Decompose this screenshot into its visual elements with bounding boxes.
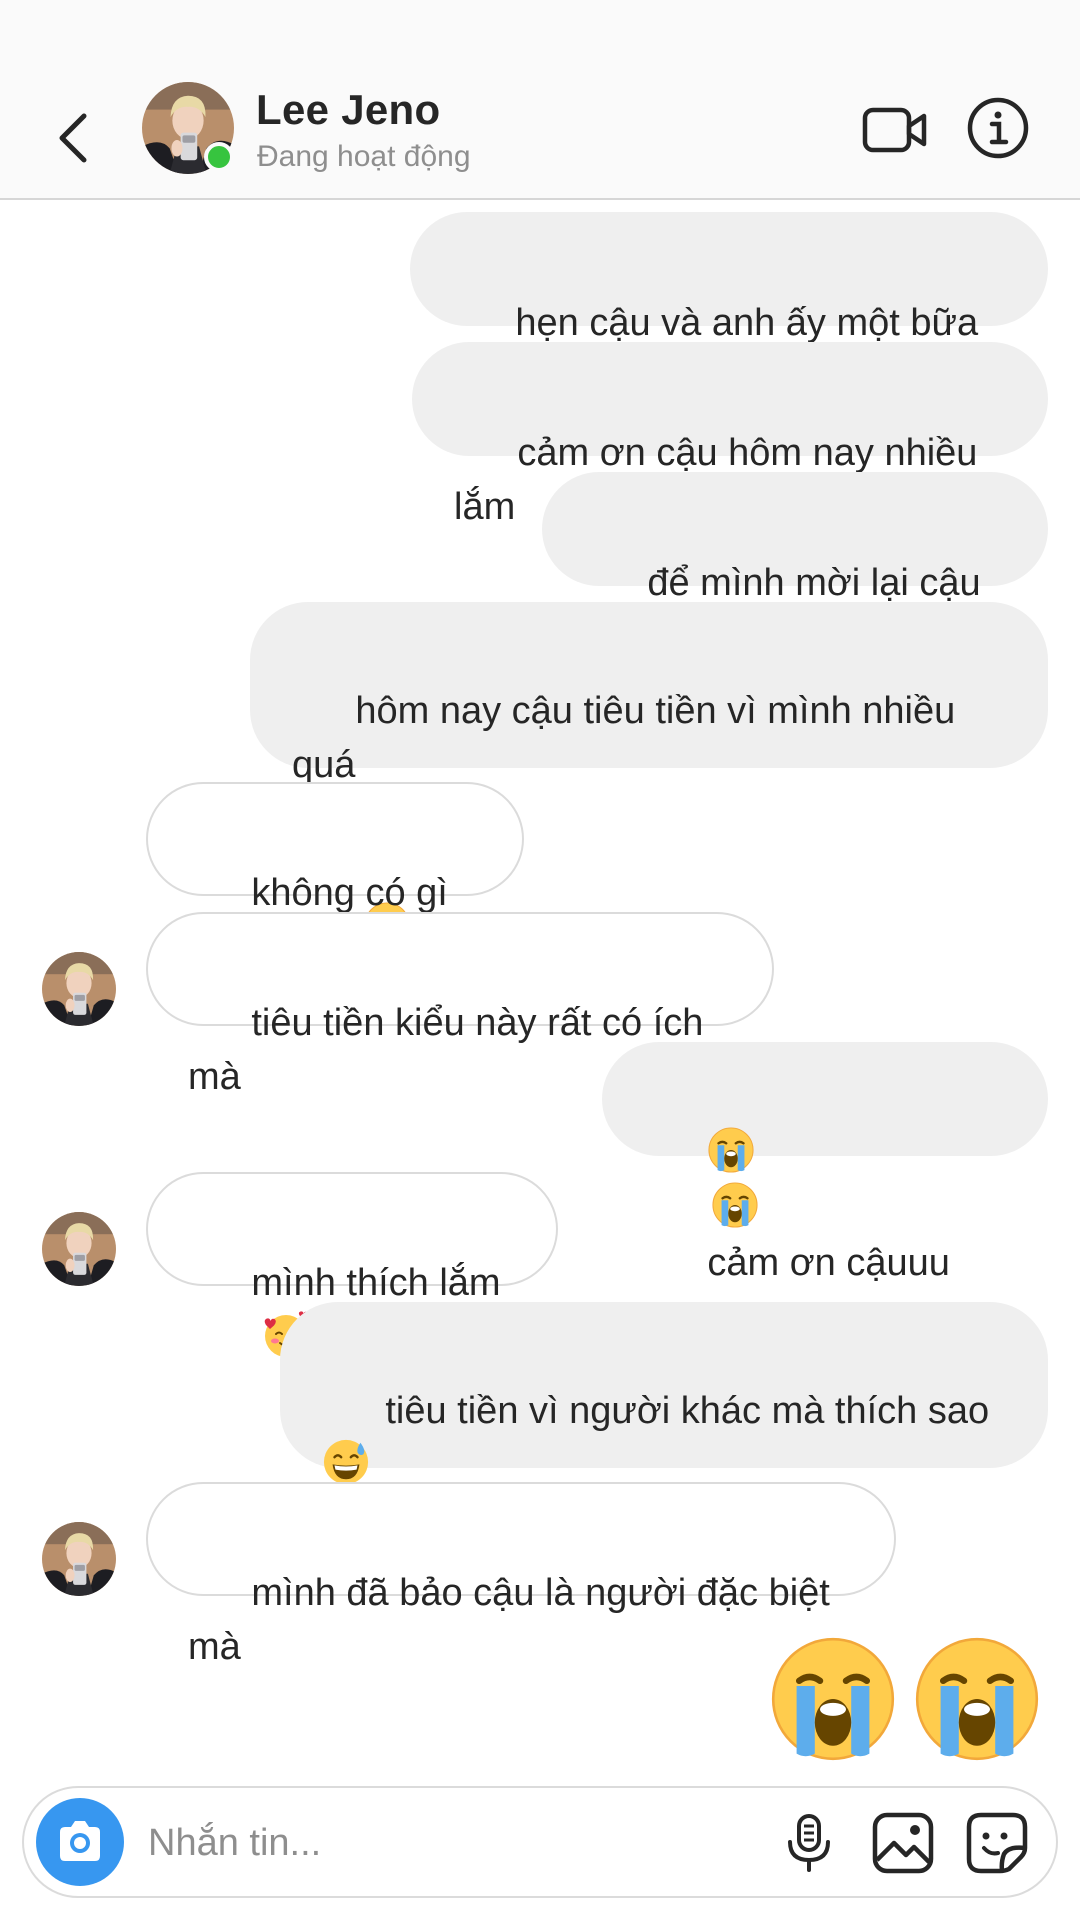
contact-activity-status: Đang hoạt động — [257, 140, 471, 173]
gallery-icon — [872, 1812, 934, 1874]
message-bubble-incoming[interactable]: mình đã bảo cậu là người đặc biệt mà — [146, 1482, 896, 1668]
message-bubble-incoming[interactable]: tiêu tiền kiểu này rất có ích mà — [146, 912, 774, 1098]
message-composer — [22, 1786, 1058, 1898]
message-bubble-outgoing[interactable]: cảm ơn cậu hôm nay nhiều lắm — [412, 342, 1048, 528]
sticker-button[interactable] — [964, 1810, 1030, 1876]
video-call-button[interactable] — [862, 100, 928, 160]
message-bubble-outgoing[interactable]: hôm nay cậu tiêu tiền vì mình nhiều quá — [250, 602, 1048, 768]
sender-avatar[interactable] — [42, 1212, 116, 1286]
message-bubble-outgoing[interactable]: để mình mời lại cậu nha — [542, 472, 1048, 658]
message-list: hẹn cậu và anh ấy một bữa nha cảm ơn cậu… — [0, 200, 1080, 1780]
message-bubble-outgoing[interactable]: tiêu tiền vì người khác mà thích sao — [280, 1302, 1048, 1468]
message-text: cảm ơn cậuuu — [707, 1242, 950, 1284]
chat-screen: Lee Jeno Đang hoạt động hẹn cậu và anh ấ… — [0, 0, 1080, 1920]
gallery-button[interactable] — [870, 1810, 936, 1876]
video-camera-icon — [862, 107, 927, 153]
grinning-face-with-sweat-icon — [322, 1438, 370, 1486]
sender-avatar[interactable] — [42, 1522, 116, 1596]
loudly-crying-face-icon[interactable] — [768, 1634, 898, 1764]
sender-avatar[interactable] — [42, 952, 116, 1026]
message-input[interactable] — [146, 1810, 650, 1876]
message-text: mình đã bảo cậu là người đặc biệt mà — [188, 1572, 841, 1668]
camera-button[interactable] — [36, 1798, 124, 1886]
message-text: mình thích lắm — [251, 1262, 501, 1304]
contact-name[interactable]: Lee Jeno — [256, 86, 440, 134]
status-bar — [0, 0, 1080, 78]
message-bubble-incoming[interactable]: không có gì màa — [146, 782, 524, 968]
chat-header: Lee Jeno Đang hoạt động — [0, 78, 1080, 200]
info-icon — [967, 97, 1029, 159]
online-status-dot — [204, 142, 234, 172]
back-button[interactable] — [50, 100, 96, 176]
loudly-crying-face-icon — [711, 1181, 759, 1229]
voice-message-button[interactable] — [776, 1810, 842, 1876]
loudly-crying-face-icon[interactable] — [912, 1634, 1042, 1764]
microphone-icon — [788, 1814, 830, 1872]
camera-icon — [60, 1821, 100, 1861]
message-bubble-incoming[interactable]: mình thích lắm — [146, 1172, 558, 1286]
message-text: tiêu tiền vì người khác mà thích sao — [385, 1390, 990, 1432]
message-bubble-outgoing[interactable]: cảm ơn cậuuu — [602, 1042, 1048, 1284]
message-text: hôm nay cậu tiêu tiền vì mình nhiều quá — [292, 690, 966, 786]
sticker-icon — [966, 1812, 1028, 1874]
info-button[interactable] — [966, 96, 1030, 160]
chevron-left-icon — [59, 113, 87, 163]
message-bubble-outgoing[interactable]: hẹn cậu và anh ấy một bữa nha — [410, 212, 1048, 398]
loudly-crying-face-icon — [707, 1126, 755, 1174]
